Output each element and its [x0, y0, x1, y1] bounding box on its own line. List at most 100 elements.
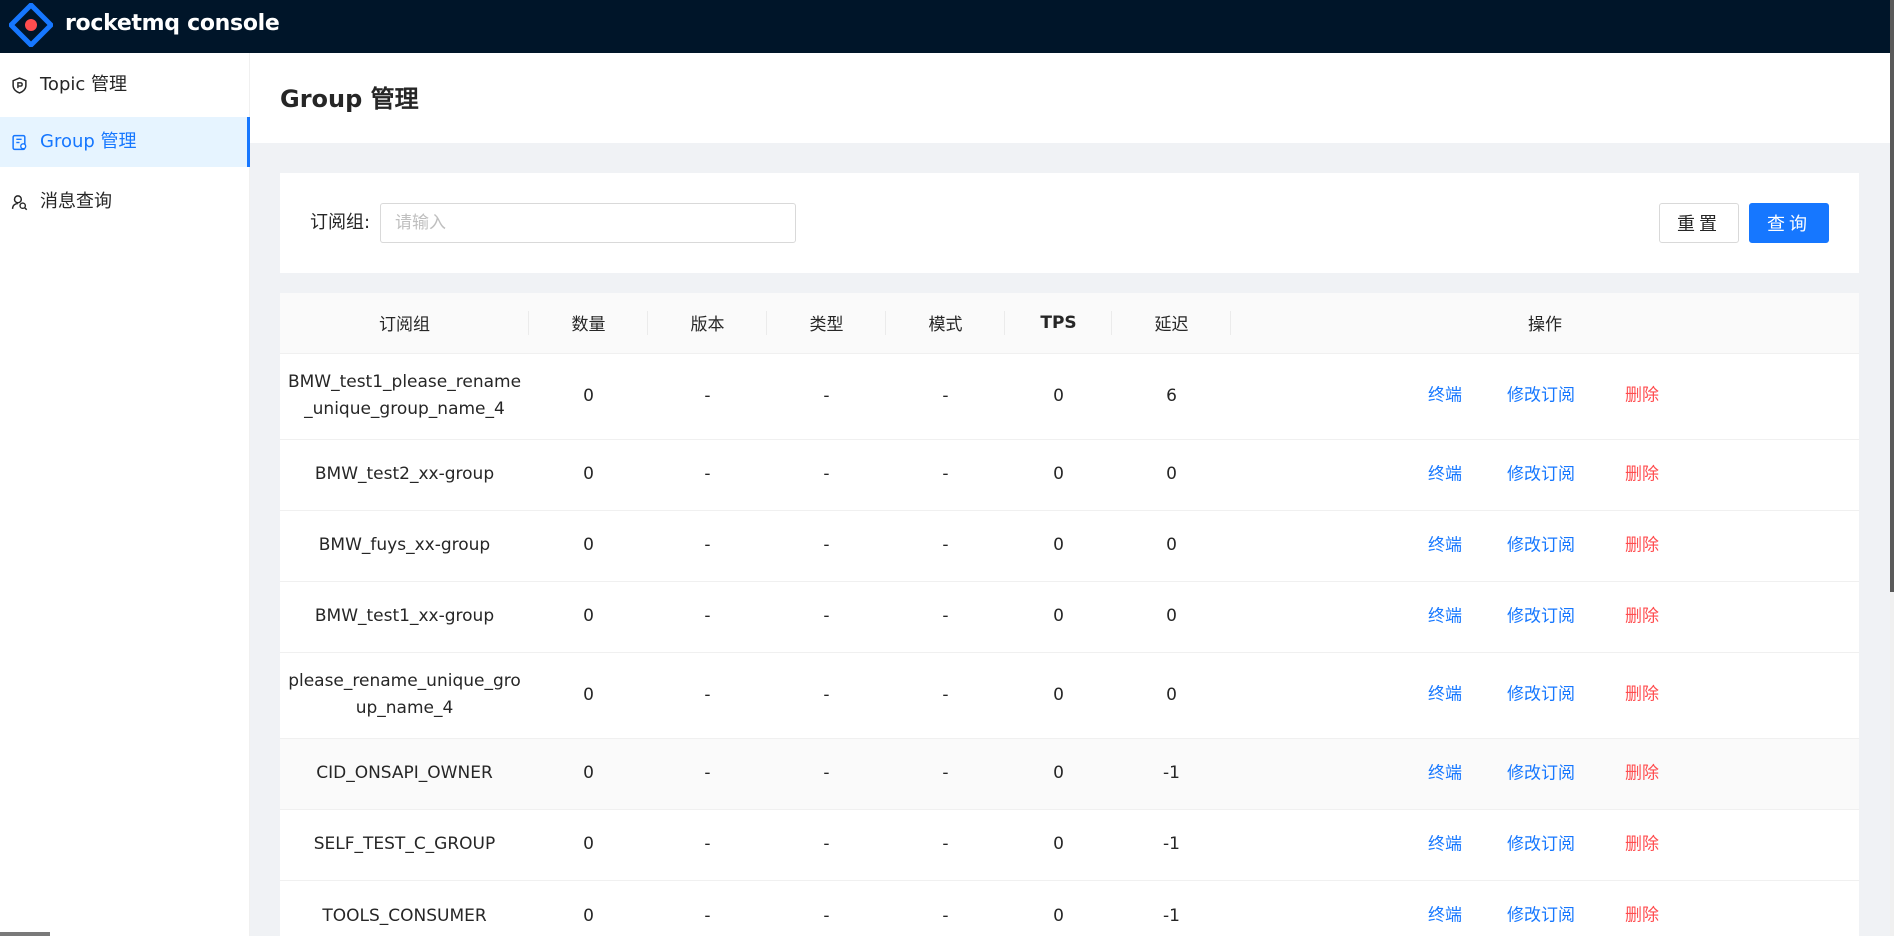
table-row[interactable]: SELF_TEST_C_GROUP 0- - -0 -1 终端 修改订阅 删除 [280, 809, 1859, 881]
cell-mode: - [886, 510, 1005, 582]
cell-type: - [767, 581, 886, 653]
client-link[interactable]: 终端 [1428, 903, 1462, 930]
modify-subscription-link[interactable]: 修改订阅 [1507, 383, 1575, 410]
client-link[interactable]: 终端 [1428, 532, 1462, 559]
cell-version: - [648, 353, 767, 440]
cell-count: 0 [529, 510, 648, 582]
table-row[interactable]: TOOLS_CONSUMER 0- - -0 -1 终端 修改订阅 删除 [280, 880, 1859, 936]
table-row[interactable]: BMW_test1_please_rename_unique_group_nam… [280, 353, 1859, 440]
cell-delay: -1 [1112, 738, 1231, 810]
column-header-version[interactable]: 版本 [648, 293, 767, 354]
modify-subscription-link[interactable]: 修改订阅 [1507, 760, 1575, 787]
cell-type: - [767, 652, 886, 739]
cell-mode: - [886, 652, 1005, 739]
sidebar-item-message-query[interactable]: 消息查询 [0, 177, 250, 227]
cell-actions: 终端 修改订阅 删除 [1231, 581, 1859, 653]
modify-subscription-link[interactable]: 修改订阅 [1507, 903, 1575, 930]
client-link[interactable]: 终端 [1428, 760, 1462, 787]
table-row[interactable]: BMW_test2_xx-group 0- - -0 0 终端 修改订阅 删除 [280, 439, 1859, 511]
horizontal-scrollbar-thumb[interactable] [0, 932, 50, 936]
modify-subscription-link[interactable]: 修改订阅 [1507, 682, 1575, 709]
group-search-input[interactable] [380, 203, 796, 243]
client-link[interactable]: 终端 [1428, 603, 1462, 630]
sidebar: Topic 管理 Group 管理 消息查询 [0, 53, 250, 936]
cell-actions: 终端 修改订阅 删除 [1231, 738, 1859, 810]
reset-button[interactable]: 重置 [1659, 203, 1739, 243]
table-row[interactable]: please_rename_unique_group_name_4 0- - -0 0 终… [280, 652, 1859, 739]
column-header-actions: 操作 [1231, 293, 1859, 354]
client-link[interactable]: 终端 [1428, 831, 1462, 858]
sidebar-item-label: 消息查询 [40, 191, 112, 212]
cell-delay: -1 [1112, 809, 1231, 881]
cell-count: 0 [529, 439, 648, 511]
modify-subscription-link[interactable]: 修改订阅 [1507, 461, 1575, 488]
delete-link[interactable]: 删除 [1625, 682, 1659, 709]
group-table: 订阅组 数量 版本 类型 模式 TPS 延迟 操作 BMW_test1_plea… [280, 293, 1859, 936]
cell-type: - [767, 880, 886, 936]
cell-mode: - [886, 581, 1005, 653]
cell-group: BMW_fuys_xx-group [280, 510, 529, 582]
cell-count: 0 [529, 738, 648, 810]
table-row[interactable]: BMW_test1_xx-group 0- - -0 0 终端 修改订阅 删除 [280, 581, 1859, 653]
cell-count: 0 [529, 353, 648, 440]
cell-tps: 0 [1005, 439, 1112, 511]
cell-count: 0 [529, 809, 648, 881]
search-card: 订阅组: 重置 查询 [280, 173, 1859, 273]
shield-icon [12, 77, 27, 94]
table-header-row: 订阅组 数量 版本 类型 模式 TPS 延迟 操作 [280, 293, 1859, 354]
cell-delay: -1 [1112, 880, 1231, 936]
delete-link[interactable]: 删除 [1625, 831, 1659, 858]
cell-version: - [648, 738, 767, 810]
delete-link[interactable]: 删除 [1625, 383, 1659, 410]
sidebar-item-group[interactable]: Group 管理 [0, 117, 250, 167]
group-table-card: 订阅组 数量 版本 类型 模式 TPS 延迟 操作 BMW_test1_plea… [280, 293, 1859, 936]
cell-delay: 6 [1112, 353, 1231, 440]
cell-delay: 0 [1112, 652, 1231, 739]
column-header-group[interactable]: 订阅组 [280, 293, 529, 354]
cell-group: SELF_TEST_C_GROUP [280, 809, 529, 881]
page-header: Group 管理 [250, 53, 1890, 143]
cell-type: - [767, 510, 886, 582]
cell-group: BMW_test2_xx-group [280, 439, 529, 511]
cell-count: 0 [529, 581, 648, 653]
client-link[interactable]: 终端 [1428, 383, 1462, 410]
modify-subscription-link[interactable]: 修改订阅 [1507, 532, 1575, 559]
cell-mode: - [886, 738, 1005, 810]
client-link[interactable]: 终端 [1428, 461, 1462, 488]
main-content: Group 管理 订阅组: 重置 查询 订阅组 数量 版本 [250, 53, 1890, 936]
cell-count: 0 [529, 652, 648, 739]
delete-link[interactable]: 删除 [1625, 603, 1659, 630]
cell-type: - [767, 439, 886, 511]
vertical-scrollbar-thumb[interactable] [1890, 0, 1894, 592]
column-header-type[interactable]: 类型 [767, 293, 886, 354]
cell-mode: - [886, 809, 1005, 881]
delete-link[interactable]: 删除 [1625, 461, 1659, 488]
column-header-delay[interactable]: 延迟 [1112, 293, 1231, 354]
column-header-tps[interactable]: TPS [1005, 293, 1112, 354]
page-title: Group 管理 [280, 85, 419, 113]
sidebar-item-label: Group 管理 [40, 131, 137, 152]
delete-link[interactable]: 删除 [1625, 903, 1659, 930]
modify-subscription-link[interactable]: 修改订阅 [1507, 603, 1575, 630]
cell-delay: 0 [1112, 581, 1231, 653]
cell-tps: 0 [1005, 809, 1112, 881]
cell-mode: - [886, 880, 1005, 936]
table-row[interactable]: BMW_fuys_xx-group 0- - -0 0 终端 修改订阅 删除 [280, 510, 1859, 582]
column-header-count[interactable]: 数量 [529, 293, 648, 354]
sidebar-item-label: Topic 管理 [40, 74, 127, 95]
delete-link[interactable]: 删除 [1625, 760, 1659, 787]
cell-type: - [767, 809, 886, 881]
delete-link[interactable]: 删除 [1625, 532, 1659, 559]
cell-group: please_rename_unique_group_name_4 [280, 652, 529, 739]
cell-group: BMW_test1_please_rename_unique_group_nam… [280, 353, 529, 440]
cell-version: - [648, 510, 767, 582]
rocketmq-logo-icon [9, 3, 53, 47]
cell-group: CID_ONSAPI_OWNER [280, 738, 529, 810]
table-row[interactable]: CID_ONSAPI_OWNER 0- - -0 -1 终端 修改订阅 删除 [280, 738, 1859, 810]
sidebar-item-topic[interactable]: Topic 管理 [0, 60, 250, 110]
modify-subscription-link[interactable]: 修改订阅 [1507, 831, 1575, 858]
cell-actions: 终端 修改订阅 删除 [1231, 439, 1859, 511]
client-link[interactable]: 终端 [1428, 682, 1462, 709]
query-button[interactable]: 查询 [1749, 203, 1829, 243]
column-header-mode[interactable]: 模式 [886, 293, 1005, 354]
